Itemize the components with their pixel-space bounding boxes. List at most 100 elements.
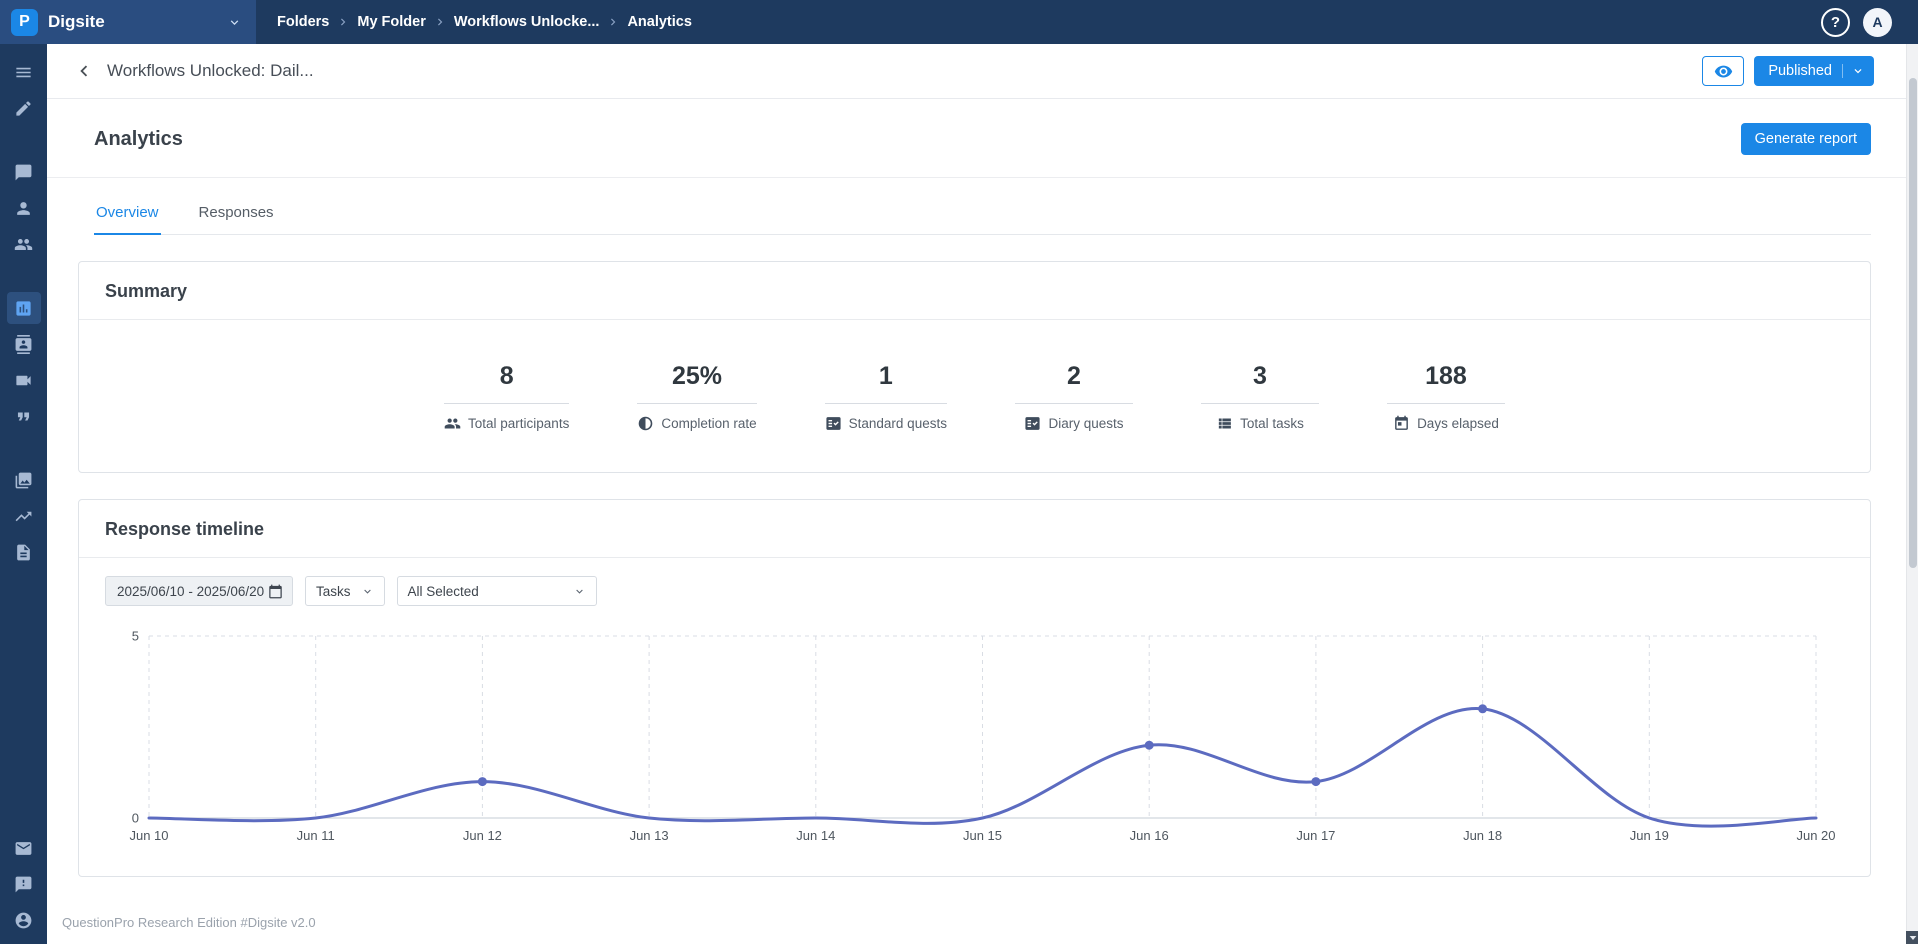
- stat-value: 188: [1387, 362, 1505, 404]
- published-label: Published: [1768, 63, 1832, 79]
- sidebar: [0, 44, 47, 944]
- svg-text:0: 0: [132, 811, 139, 826]
- chevron-down-icon: [1842, 64, 1865, 78]
- date-range-input[interactable]: 2025/06/10 - 2025/06/20: [105, 576, 293, 606]
- stat-total-participants: 8 Total participants: [444, 362, 569, 432]
- svg-text:Jun 15: Jun 15: [963, 828, 1002, 843]
- avatar-initial: A: [1872, 14, 1882, 30]
- response-timeline-card: Response timeline 2025/06/10 - 2025/06/2…: [78, 499, 1871, 877]
- chat-icon: [14, 163, 33, 182]
- summary-stats: 8 Total participants 25% Completion rate…: [79, 320, 1870, 472]
- svg-text:5: 5: [132, 629, 139, 644]
- sidebar-item-trends[interactable]: [7, 500, 41, 532]
- stat-days-elapsed: 188 Days elapsed: [1387, 362, 1505, 432]
- type-select-value: Tasks: [316, 584, 351, 599]
- sidebar-item-discussions[interactable]: [7, 156, 41, 188]
- tabs: Overview Responses: [94, 194, 1871, 235]
- brand-switcher[interactable]: P Digsite: [0, 0, 256, 44]
- response-timeline-chart: 05Jun 10Jun 11Jun 12Jun 13Jun 14Jun 15Ju…: [105, 624, 1844, 850]
- stat-label: Standard quests: [849, 416, 947, 431]
- chevron-down-icon: [573, 585, 586, 598]
- study-header: Workflows Unlocked: Dail... Published: [47, 44, 1918, 99]
- date-range-value: 2025/06/10 - 2025/06/20: [117, 584, 264, 599]
- half-circle-icon: [637, 415, 654, 432]
- triangle-down-icon: [1909, 934, 1917, 942]
- page-title: Analytics: [94, 128, 183, 151]
- calendar-icon: [1393, 415, 1410, 432]
- bar-chart-icon: [14, 299, 33, 318]
- avatar[interactable]: A: [1863, 8, 1892, 37]
- quote-icon: [14, 407, 33, 426]
- account-icon: [14, 911, 33, 930]
- list-icon: [1216, 415, 1233, 432]
- stat-value: 2: [1015, 362, 1133, 404]
- svg-text:Jun 18: Jun 18: [1463, 828, 1502, 843]
- sidebar-item-video[interactable]: [7, 364, 41, 396]
- page-head: Analytics Generate report: [47, 99, 1918, 178]
- summary-card: Summary 8 Total participants 25% Complet…: [78, 261, 1871, 473]
- brand-name: Digsite: [48, 12, 105, 32]
- study-header-actions: Published: [1702, 56, 1874, 86]
- chevron-down-icon: [227, 15, 242, 30]
- trend-icon: [14, 507, 33, 526]
- published-button[interactable]: Published: [1754, 56, 1874, 86]
- stat-value: 25%: [637, 362, 756, 404]
- sidebar-item-edit[interactable]: [7, 92, 41, 124]
- calendar-icon: [268, 584, 283, 599]
- sidebar-item-library[interactable]: [7, 464, 41, 496]
- fact-check-icon: [1024, 415, 1041, 432]
- sidebar-bottom-group: [7, 828, 41, 936]
- svg-text:Jun 19: Jun 19: [1630, 828, 1669, 843]
- sidebar-item-reports[interactable]: [7, 536, 41, 568]
- sidebar-item-contacts[interactable]: [7, 328, 41, 360]
- breadcrumb-analytics[interactable]: Analytics: [622, 14, 696, 30]
- sidebar-item-menu[interactable]: [7, 56, 41, 88]
- breadcrumb-study[interactable]: Workflows Unlocke...: [449, 14, 605, 30]
- back-button[interactable]: [69, 56, 99, 86]
- sidebar-item-quotes[interactable]: [7, 400, 41, 432]
- footer-text: QuestionPro Research Edition #Digsite v2…: [47, 915, 1918, 944]
- tab-responses[interactable]: Responses: [197, 194, 276, 234]
- sidebar-item-mail[interactable]: [7, 832, 41, 864]
- sidebar-item-feedback[interactable]: [7, 868, 41, 900]
- stat-value: 1: [825, 362, 947, 404]
- sidebar-item-participant[interactable]: [7, 192, 41, 224]
- stat-label: Days elapsed: [1417, 416, 1499, 431]
- main-content: Workflows Unlocked: Dail... Published An…: [47, 44, 1918, 944]
- document-icon: [14, 543, 33, 562]
- summary-card-title: Summary: [79, 262, 1870, 320]
- svg-text:Jun 12: Jun 12: [463, 828, 502, 843]
- svg-text:Jun 11: Jun 11: [297, 828, 335, 843]
- svg-text:Jun 14: Jun 14: [796, 828, 835, 843]
- stat-label: Completion rate: [661, 416, 756, 431]
- chevron-left-icon: [73, 60, 95, 82]
- brand-logo: P: [11, 9, 38, 36]
- svg-text:Jun 16: Jun 16: [1130, 828, 1169, 843]
- stat-total-tasks: 3 Total tasks: [1201, 362, 1319, 432]
- tab-overview[interactable]: Overview: [94, 194, 161, 235]
- scroll-down-button[interactable]: [1906, 931, 1918, 944]
- breadcrumb-my-folder[interactable]: My Folder: [352, 14, 430, 30]
- type-select[interactable]: Tasks: [305, 576, 385, 606]
- person-icon: [14, 199, 33, 218]
- sidebar-item-analytics[interactable]: [7, 292, 41, 324]
- stat-value: 8: [444, 362, 569, 404]
- selection-select[interactable]: All Selected: [397, 576, 597, 606]
- sidebar-item-participants-group[interactable]: [7, 228, 41, 260]
- scrollbar-thumb[interactable]: [1909, 78, 1917, 568]
- chevron-down-icon: [361, 585, 374, 598]
- feedback-icon: [14, 875, 33, 894]
- timeline-card-title: Response timeline: [79, 500, 1870, 558]
- selection-select-value: All Selected: [408, 584, 479, 599]
- vertical-scrollbar[interactable]: [1906, 44, 1918, 944]
- group-icon: [14, 235, 33, 254]
- generate-report-button[interactable]: Generate report: [1741, 123, 1871, 155]
- contacts-icon: [14, 335, 33, 354]
- breadcrumb-folders[interactable]: Folders: [272, 14, 334, 30]
- stat-label: Total participants: [468, 416, 569, 431]
- svg-text:Jun 17: Jun 17: [1296, 828, 1335, 843]
- help-button[interactable]: ?: [1821, 8, 1850, 37]
- svg-text:Jun 13: Jun 13: [630, 828, 669, 843]
- sidebar-item-account[interactable]: [7, 904, 41, 936]
- preview-button[interactable]: [1702, 56, 1744, 86]
